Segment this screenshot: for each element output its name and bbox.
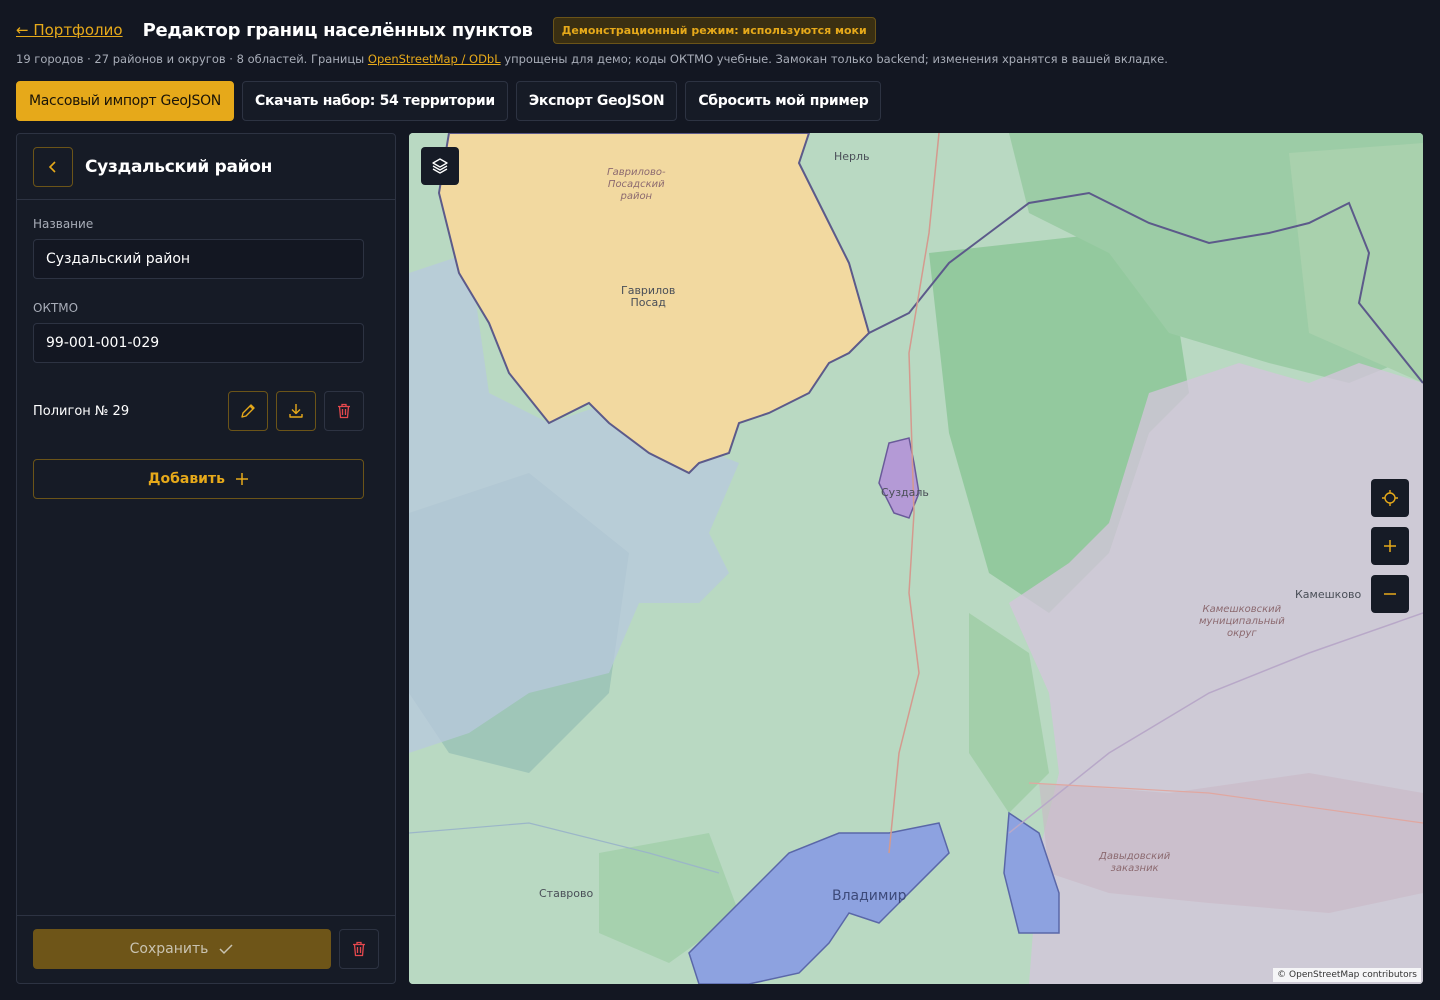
subtitle: 19 городов · 27 районов и округов · 8 об…	[16, 52, 1168, 66]
crosshair-icon	[1382, 490, 1398, 506]
reset-example-button[interactable]: Сбросить мой пример	[685, 81, 882, 121]
pencil-icon	[241, 404, 255, 418]
map-label-gavrilov-posad: Гаврилов Посад	[621, 284, 676, 309]
polygon-label: Полигон № 29	[33, 403, 130, 419]
plus-icon	[235, 473, 248, 485]
zoom-out-button[interactable]	[1371, 575, 1409, 613]
map-label-kameshkovo-district: Камешковский муниципальный округ	[1199, 604, 1285, 639]
check-icon	[219, 944, 233, 955]
save-label: Сохранить	[129, 941, 209, 957]
panel-header: Суздальский район	[17, 134, 395, 200]
map-label-suzdal: Суздаль	[881, 486, 929, 499]
toolbar: Массовый импорт GeoJSON Скачать набор: 5…	[16, 81, 882, 121]
map-label-davydovsky: Давыдовский заказник	[1099, 851, 1171, 874]
subtitle-text-start: 19 городов · 27 районов и округов · 8 об…	[16, 52, 368, 66]
add-polygon-label: Добавить	[148, 471, 225, 487]
download-icon	[289, 404, 303, 418]
map-label-gavrilov-district: Гаврилово- Посадский район	[607, 167, 666, 202]
zoom-in-button[interactable]	[1371, 527, 1409, 565]
export-geojson-button[interactable]: Экспорт GeoJSON	[515, 81, 678, 121]
back-to-portfolio-link[interactable]: ← Портфолио	[16, 21, 123, 39]
panel-back-button[interactable]	[33, 146, 73, 187]
map-label-kameshkovo: Камешково	[1295, 588, 1362, 601]
layers-button[interactable]	[421, 147, 459, 185]
map-canvas[interactable]	[409, 133, 1423, 984]
osm-license-link[interactable]: OpenStreetMap / ODbL	[368, 52, 501, 66]
panel-title: Суздальский район	[85, 156, 273, 177]
delete-territory-button[interactable]	[339, 929, 379, 969]
map-attribution: © OpenStreetMap contributors	[1273, 968, 1421, 982]
download-set-button[interactable]: Скачать набор: 54 территории	[241, 81, 508, 121]
map-label-stavrovo: Ставрово	[539, 887, 594, 900]
polygon-row: Полигон № 29	[33, 391, 364, 431]
plus-icon	[1384, 540, 1396, 552]
edit-polygon-button[interactable]	[228, 391, 268, 431]
add-polygon-button[interactable]: Добавить	[33, 459, 364, 499]
header: ← Портфолио Редактор границ населённых п…	[16, 14, 876, 46]
page-title: Редактор границ населённых пунктов	[142, 19, 533, 41]
name-label: Название	[33, 217, 94, 231]
minus-icon	[1384, 593, 1396, 595]
editor-panel: Суздальский район Название Суздальский р…	[16, 133, 396, 984]
bulk-import-button[interactable]: Массовый импорт GeoJSON	[16, 81, 234, 121]
trash-icon	[353, 941, 365, 957]
save-button[interactable]: Сохранить	[33, 929, 331, 969]
map-label-vladimir: Владимир	[832, 888, 907, 904]
oktmo-label: ОКТМО	[33, 301, 79, 315]
delete-polygon-button[interactable]	[324, 391, 364, 431]
map-view[interactable]: Нерль Гаврилово- Посадский район Гаврило…	[409, 133, 1423, 984]
layers-icon	[432, 158, 448, 174]
demo-mode-badge: Демонстрационный режим: используются мок…	[552, 16, 876, 44]
oktmo-field[interactable]: 99-001-001-029	[33, 323, 364, 363]
map-label-nerl: Нерль	[834, 150, 870, 163]
panel-footer: Сохранить	[17, 915, 395, 983]
chevron-left-icon	[48, 160, 56, 173]
trash-icon	[338, 403, 350, 419]
locate-button[interactable]	[1371, 479, 1409, 517]
download-polygon-button[interactable]	[276, 391, 316, 431]
name-field[interactable]: Суздальский район	[33, 239, 364, 279]
subtitle-text-end: упрощены для демо; коды ОКТМО учебные. З…	[500, 52, 1168, 66]
polygon-actions	[228, 391, 364, 431]
